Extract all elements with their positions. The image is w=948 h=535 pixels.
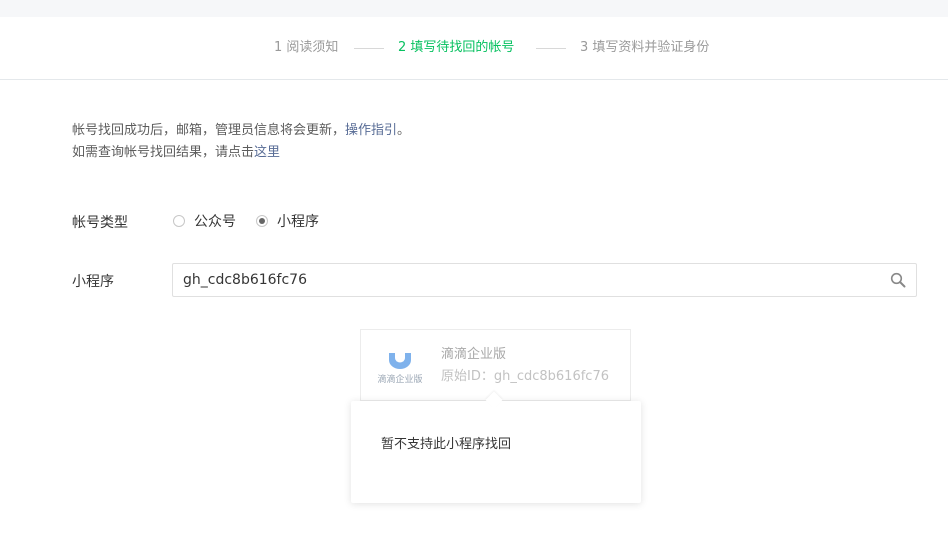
app-name: 滴滴企业版 [441,347,507,362]
didi-logo-icon [389,353,411,369]
guide-link[interactable]: 操作指引 [345,123,397,138]
search-icon[interactable] [890,272,906,288]
unsupported-popup: 暂不支持此小程序找回 [351,391,641,503]
mini-program-label: 小程序 [72,274,114,290]
step-3: 3 填写资料并验证身份 [580,40,710,55]
step-indicator: 1 阅读须知 2 填写待找回的帐号 3 填写资料并验证身份 [0,17,948,80]
mini-program-search-input[interactable] [183,264,873,296]
step-divider [536,48,566,49]
popup-message: 暂不支持此小程序找回 [381,437,512,452]
step-1: 1 阅读须知 [274,40,339,55]
radio-circle-icon[interactable] [173,215,185,227]
notice-line-2: 如需查询帐号找回结果，请点击这里 [72,145,281,160]
step-divider [354,48,384,49]
radio-selected-icon[interactable] [256,215,268,227]
notice-line-1: 帐号找回成功后，邮箱，管理员信息将会更新，操作指引。 [72,123,411,138]
query-result-link[interactable]: 这里 [254,145,280,160]
radio-official-account[interactable]: 公众号 [173,213,236,230]
account-type-label: 帐号类型 [72,215,128,231]
notice-text: 帐号找回成功后，邮箱，管理员信息将会更新，操作指引。 如需查询帐号找回结果，请点… [72,120,410,164]
logo-caption: 滴滴企业版 [377,375,423,385]
mini-program-search[interactable] [172,263,917,297]
radio-mini-program[interactable]: 小程序 [256,213,319,230]
app-original-id: 原始ID：gh_cdc8b616fc76 [441,369,609,384]
search-result-card[interactable]: 滴滴企业版 滴滴企业版 原始ID：gh_cdc8b616fc76 [360,329,631,401]
app-logo: 滴滴企业版 [373,352,427,392]
top-bar [0,0,948,17]
step-2-active: 2 填写待找回的帐号 [398,40,515,55]
